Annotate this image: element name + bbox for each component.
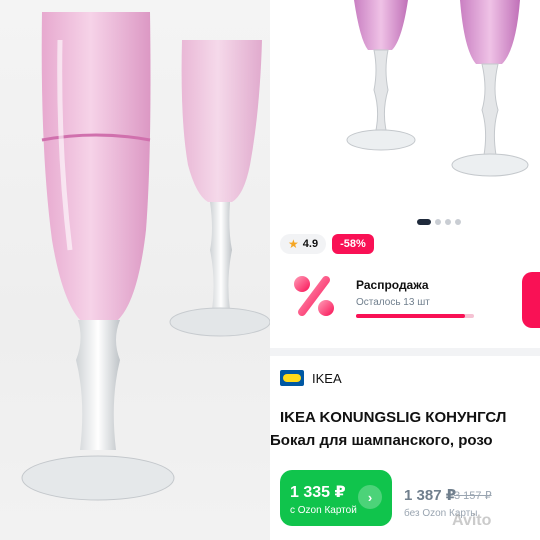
sale-card[interactable]: Распродажа Осталось 13 шт [280,262,530,334]
gallery-dot[interactable] [445,219,451,225]
percent-icon [294,276,334,316]
arrow-right-icon: › [358,485,382,509]
product-title: IKEA KONUNGSLIG КОНУНГСЛ [280,409,507,426]
product-gallery[interactable] [270,0,540,205]
old-price: 3 157 ₽ [454,490,492,502]
champagne-glasses-illustration [21,12,270,501]
gallery-pagination[interactable] [417,219,461,225]
ozon-card-price-button[interactable]: 1 335 ₽ с Ozon Картой › [280,470,392,526]
card-price: 1 335 ₽ [290,484,346,501]
next-promo-card[interactable] [522,272,540,328]
product-photo-main[interactable] [0,0,270,540]
gallery-dot[interactable] [435,219,441,225]
product-card-panel: ★ 4.9 -58% Распродажа Осталось 13 шт IKE… [270,0,540,540]
sale-progress-fill [356,314,465,318]
avito-watermark: Avito [452,512,492,529]
sale-title: Распродажа [356,278,429,292]
ikea-logo [280,370,304,386]
sale-remaining: Осталось 13 шт [356,297,430,308]
card-price-note: с Ozon Картой [290,505,357,516]
discount-badge: -58% [332,234,374,254]
star-icon: ★ [288,237,299,251]
rating-value: 4.9 [302,238,319,250]
product-subtitle: Бокал для шампанского, розо [270,432,493,449]
brand-row[interactable]: IKEA [280,370,342,386]
rating-badge[interactable]: ★ 4.9 [280,234,327,254]
gallery-dot[interactable] [417,219,431,225]
section-divider [270,348,540,356]
rating-row: ★ 4.9 -58% [280,234,374,254]
gallery-dot[interactable] [455,219,461,225]
gallery-glasses-image [346,0,529,177]
brand-name: IKEA [312,370,342,386]
regular-price: 1 387 ₽ [404,487,457,504]
